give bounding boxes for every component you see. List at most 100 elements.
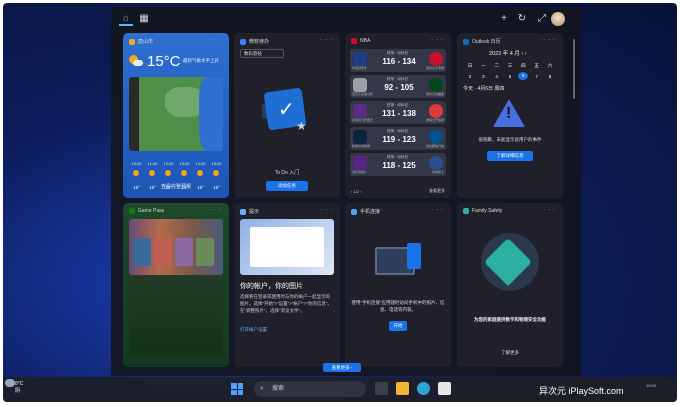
game-status: 终场 · 4月6日 [387, 129, 409, 133]
todo-widget[interactable]: 微软待办 ··· 数码荔枝 ✓ ★ To Do 入门 添加任务 [234, 33, 340, 198]
game-score: 119 - 123 [382, 135, 416, 144]
todo-app-icon [240, 38, 246, 45]
phone-description: 使用“手机连接”应用随时访问手机中的照片、信息、电话等内容。 [351, 300, 445, 312]
outlook-app-icon [463, 38, 469, 45]
weather-header: 唐山市 [129, 38, 153, 45]
nba-pager[interactable]: ‹ 1/2 › [351, 189, 361, 194]
sun-icon [133, 170, 139, 176]
more-icon[interactable]: ··· [431, 37, 446, 43]
tips-header: 提示 [240, 208, 259, 215]
phone-link-app-icon [351, 208, 357, 215]
family-learn-more-link[interactable]: 了解更多 [457, 350, 563, 356]
nba-widget[interactable]: NBA ··· 终场 · 4月6日 116 - 134 华盛顿奇才 亚特兰大老鹰 … [345, 33, 451, 198]
check-icon: ✓ [278, 99, 295, 121]
forecast-time: 10:00 [131, 161, 142, 166]
outlook-header: Outlook 日历 [463, 38, 501, 45]
refresh-icon[interactable]: ↻ [515, 12, 529, 26]
start-button[interactable] [231, 383, 243, 395]
exclamation-icon: ! [506, 105, 512, 122]
widgets-topbar: ⌂ ▦ + ↻ ⤢ [111, 7, 581, 31]
team-logo [353, 52, 367, 66]
weather-map[interactable] [129, 77, 223, 151]
sun-icon [213, 170, 219, 176]
weather-condition: 最新气象水平上升 [183, 58, 219, 63]
game-tile[interactable] [196, 238, 214, 266]
file-explorer-icon[interactable] [396, 382, 409, 395]
gamepass-header: Game Pass [129, 208, 164, 214]
see-more-button[interactable]: 查看更多 › [323, 363, 361, 372]
open-account-settings-link[interactable]: 打开帐户设置 [240, 327, 267, 333]
selected-day[interactable]: 6 [518, 72, 529, 80]
outlook-calendar-widget[interactable]: Outlook 日历 ··· 2023 年 4 月 ‹ › 日一二三四五六 23… [457, 33, 563, 198]
settings-preview [250, 227, 324, 267]
cloud-icon[interactable] [5, 379, 15, 387]
nba-see-more-link[interactable]: 查看更多 [429, 188, 445, 194]
game-row[interactable]: 终场 · 4月6日 118 - 125 洛杉矶湖人 犹他爵士 [350, 153, 446, 176]
todo-label: To Do 入门 [274, 170, 300, 176]
phone-link-widget[interactable]: 手机连接 ··· 使用“手机连接”应用随时访问手机中的照片、信息、电话等内容。 … [345, 203, 451, 367]
game-score: 116 - 134 [382, 57, 416, 66]
tips-widget[interactable]: 提示 ··· 你的帐户，你的图片 选择要在登录或使用时与你的帐户一起显示的图片。… [234, 203, 340, 367]
today-label: 今天 · 4月6日 周四 [463, 86, 505, 92]
more-icon[interactable]: ··· [543, 37, 558, 43]
search-box[interactable]: 搜索 [254, 381, 366, 397]
task-view-icon[interactable] [375, 382, 388, 395]
expand-icon[interactable]: ⤢ [535, 12, 549, 26]
game-pass-widget[interactable]: Game Pass ··· [123, 203, 229, 367]
chart-icon[interactable]: ▦ [137, 12, 151, 26]
start-button[interactable]: 开始 [389, 321, 407, 331]
game-status: 终场 · 4月6日 [387, 77, 409, 81]
learn-more-button[interactable]: 了解详细信息 [487, 151, 533, 161]
team-logo [429, 104, 443, 118]
sun-icon [165, 170, 171, 176]
tips-body: 选择要在登录或使用时与你的帐户一起显示的图片。选择“开始”>“设置”>“帐户”>… [240, 294, 332, 313]
game-tile[interactable] [175, 238, 193, 266]
sun-cloud-icon [129, 55, 143, 67]
tips-headline: 你的帐户，你的图片 [240, 283, 303, 290]
map-layer-rail[interactable] [129, 77, 139, 151]
edge-icon[interactable] [417, 382, 430, 395]
nba-header: NBA [351, 38, 370, 44]
add-icon[interactable]: + [497, 12, 511, 26]
forecast-time: 14:00 [195, 161, 206, 166]
game-tile[interactable] [154, 238, 172, 266]
nba-title: NBA [360, 38, 371, 44]
taskbar-weather[interactable]: 8°C 阴 [15, 381, 23, 395]
game-score: 118 - 125 [382, 161, 416, 170]
team-logo [353, 156, 367, 170]
clock[interactable]: 10:00 [646, 383, 656, 389]
more-icon[interactable]: ··· [320, 37, 335, 43]
add-task-button[interactable]: 添加任务 [266, 181, 308, 191]
game-row[interactable]: 终场 · 4月6日 92 - 105 圣安东尼奥马刺 密尔沃基雄鹿 [350, 75, 446, 98]
more-icon[interactable]: ··· [543, 207, 558, 213]
scrollbar[interactable] [573, 39, 575, 99]
watermark: 异次元 iPlaySoft.com [539, 386, 624, 396]
tips-title: 提示 [249, 209, 260, 215]
home-icon[interactable]: ⌂ [119, 12, 133, 26]
todo-header: 微软待办 [240, 38, 269, 45]
game-row[interactable]: 终场 · 4月6日 116 - 134 华盛顿奇才 亚特兰大老鹰 [350, 49, 446, 72]
more-icon[interactable]: ··· [209, 37, 224, 43]
game-tile[interactable] [133, 238, 151, 266]
store-icon[interactable] [438, 382, 451, 395]
more-icon[interactable]: ··· [320, 207, 335, 213]
team-logo [429, 130, 443, 144]
todo-list-select[interactable]: 数码荔枝 [240, 49, 284, 58]
game-row[interactable]: 终场 · 4月6日 119 - 123 新奥尔良鹈鹕 达拉斯独行侠 [350, 127, 446, 150]
calendar-month[interactable]: 2023 年 4 月 ‹ › [489, 49, 527, 57]
weather-widget[interactable]: 唐山市 ··· 15°C 最新气象水平上升 10:00 11:00 12:00 … [123, 33, 229, 198]
game-status: 终场 · 4月6日 [387, 51, 409, 55]
family-safety-widget[interactable]: Family Safety ··· 为您的家庭提供数字和物理安全功能 了解更多 [457, 203, 563, 367]
forecast-time: 12:00 [163, 161, 174, 166]
day-row[interactable]: 2345678 [465, 71, 555, 81]
family-header: Family Safety [463, 208, 502, 214]
team-logo [353, 130, 367, 144]
avatar[interactable] [551, 12, 565, 26]
weather-location[interactable]: 唐山市 [138, 38, 153, 45]
weather-footer-link[interactable]: 查看完整预报 [123, 183, 229, 190]
outlook-message: 很抱歉，未能显示此用户的事件 [478, 137, 542, 142]
more-icon[interactable]: ··· [431, 207, 446, 213]
game-row[interactable]: 终场 · 4月6日 131 - 138 萨克拉门托国王 波特兰开拓者 [350, 101, 446, 124]
more-icon[interactable]: ··· [209, 207, 224, 213]
weather-app-icon [129, 38, 135, 45]
